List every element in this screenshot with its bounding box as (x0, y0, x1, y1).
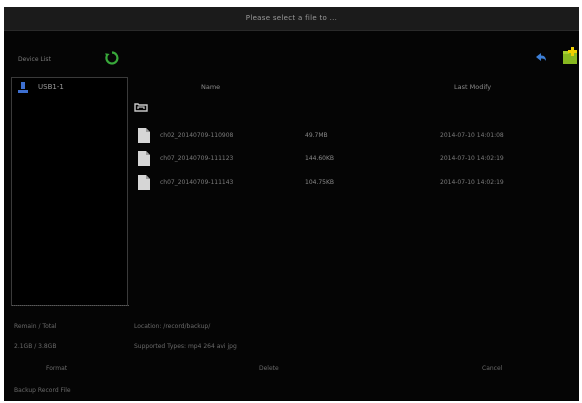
device-item-label: USB1-1 (38, 83, 64, 91)
delete-button[interactable]: Delete (259, 365, 279, 372)
bottom-note: Backup Record File (14, 387, 71, 394)
capacity-label: Remain / Total (14, 323, 57, 330)
file-size: 104.75KB (305, 179, 335, 186)
cancel-button[interactable]: Cancel (482, 365, 502, 372)
format-button[interactable]: Format (46, 365, 67, 372)
usb-drive-icon (18, 82, 28, 93)
dialog-title: Please select a file to ... (245, 14, 338, 22)
title-bar: Please select a file to ... (4, 7, 579, 31)
file-icon (138, 151, 150, 166)
file-size: 49.7MB (305, 132, 328, 139)
new-folder-icon[interactable] (562, 47, 578, 65)
device-list-panel: USB1-1 (11, 77, 129, 306)
file-name: ch02_20140709-110908 (160, 132, 234, 139)
file-icon (138, 128, 150, 143)
file-name: ch07_20140709-111123 (160, 155, 234, 162)
file-icon (138, 175, 150, 190)
column-header-name[interactable]: Name (201, 83, 220, 91)
location-path: Location: /record/backup/ (134, 323, 211, 330)
file-row[interactable]: ch07_20140709-111143 104.75KB 2014-07-10… (138, 175, 568, 191)
file-row[interactable]: ch07_20140709-111123 144.60KB 2014-07-10… (138, 151, 568, 167)
device-item-usb[interactable]: USB1-1 (15, 82, 120, 94)
column-header-last-modify[interactable]: Last Modify (454, 83, 491, 91)
file-row[interactable]: ch02_20140709-110908 49.7MB 2014-07-10 1… (138, 128, 568, 144)
file-dialog: Please select a file to ... Device List … (4, 7, 579, 401)
divider (12, 305, 129, 306)
parent-folder-icon[interactable] (134, 102, 148, 112)
file-modified: 2014-07-10 14:02:19 (440, 155, 504, 162)
capacity-value: 2.1GB / 3.8GB (14, 343, 57, 350)
file-modified: 2014-07-10 14:01:08 (440, 132, 504, 139)
refresh-icon[interactable] (105, 51, 119, 65)
device-list-label: Device List (18, 56, 51, 63)
file-name: ch07_20140709-111143 (160, 179, 234, 186)
back-arrow-icon[interactable] (535, 52, 547, 63)
supported-types: Supported Types: mp4 264 avi jpg (134, 343, 237, 350)
file-modified: 2014-07-10 14:02:19 (440, 179, 504, 186)
file-size: 144.60KB (305, 155, 335, 162)
